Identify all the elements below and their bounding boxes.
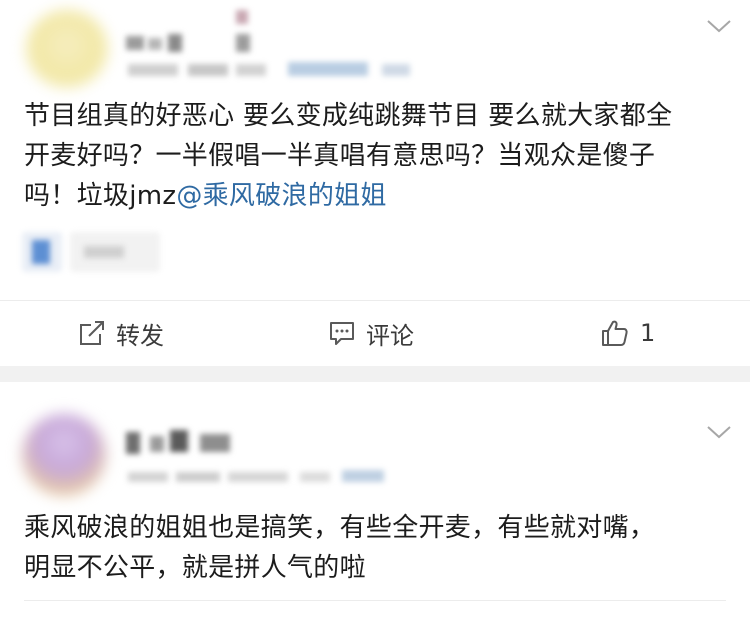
thumbs-up-icon — [602, 320, 628, 346]
avatar[interactable] — [22, 414, 106, 496]
weibo-post: 节目组真的好恶心 要么变成纯跳舞节目 要么就大家都全 开麦好吗？一半假唱一半真唱… — [0, 0, 750, 366]
mention-link[interactable]: @乘风破浪的姐姐 — [176, 181, 386, 211]
comment-button[interactable]: 评论 — [328, 317, 414, 350]
repost-label: 转发 — [116, 321, 164, 350]
post-text-line: 节目组真的好恶心 要么变成纯跳舞节目 要么就大家都全 — [24, 101, 673, 131]
chevron-down-icon[interactable] — [706, 424, 732, 440]
post-text-line: 乘风破浪的姐姐也是搞笑，有些全开麦，有些就对嘴， — [24, 513, 656, 543]
post-text-segment: 吗！垃圾jmz — [24, 181, 177, 211]
post-text-line: 吗！垃圾jmz@乘风破浪的姐姐 — [24, 176, 734, 216]
post-text-line: 开麦好吗？一半假唱一半真唱有意思吗？当观众是傻子 — [24, 141, 656, 171]
comment-icon — [330, 322, 354, 345]
repost-button[interactable]: 转发 — [78, 317, 164, 350]
action-bar: 转发 评论 1 — [0, 300, 750, 363]
like-count: 1 — [640, 319, 656, 347]
comment-label: 评论 — [366, 321, 414, 350]
post-text-line: 明显不公平，就是拼人气的啦 — [24, 553, 366, 583]
chevron-down-icon[interactable] — [706, 18, 732, 34]
like-button[interactable]: 1 — [600, 317, 655, 349]
divider — [24, 600, 726, 601]
post-divider — [0, 366, 750, 382]
avatar[interactable] — [26, 10, 108, 88]
repost-icon — [80, 321, 104, 345]
post-text: 节目组真的好恶心 要么变成纯跳舞节目 要么就大家都全 开麦好吗？一半假唱一半真唱… — [24, 96, 734, 216]
post-text: 乘风破浪的姐姐也是搞笑，有些全开麦，有些就对嘴， 明显不公平，就是拼人气的啦 — [24, 508, 734, 588]
